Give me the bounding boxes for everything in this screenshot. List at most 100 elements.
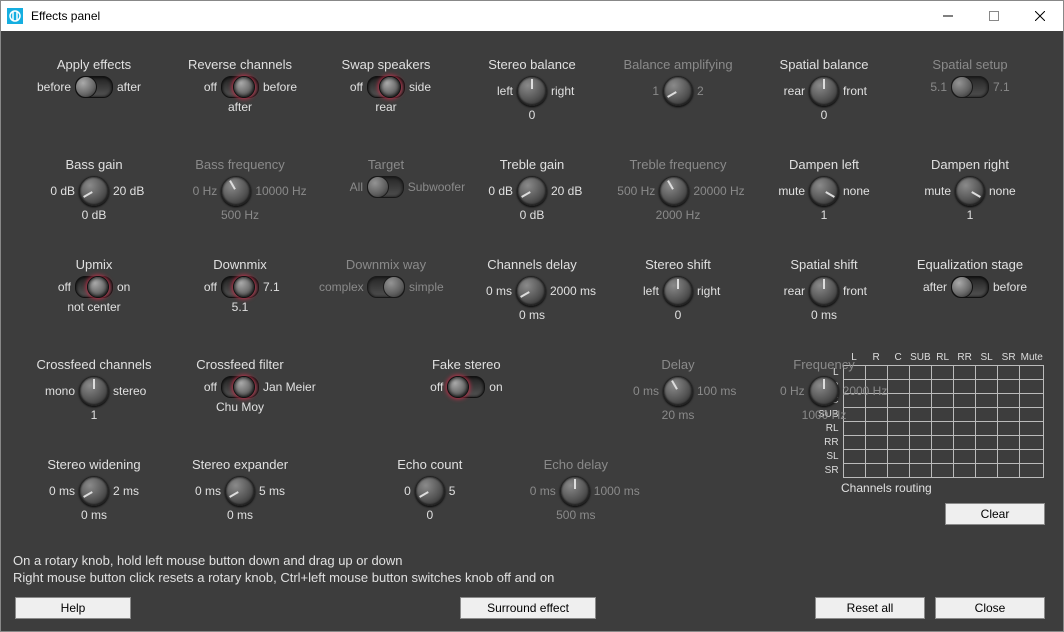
matrix-cell-rl-mute[interactable]: [1020, 421, 1044, 435]
spatial-setup-switch[interactable]: [951, 76, 989, 98]
matrix-cell-r-sl[interactable]: [976, 379, 998, 393]
crossfeed-filter-switch[interactable]: [221, 376, 259, 398]
matrix-cell-rl-c[interactable]: [887, 421, 909, 435]
help-button[interactable]: Help: [15, 597, 131, 619]
upmix-switch[interactable]: [75, 276, 113, 298]
matrix-cell-rr-c[interactable]: [887, 435, 909, 449]
matrix-cell-sl-rr[interactable]: [954, 449, 976, 463]
dampen-left-knob[interactable]: [809, 176, 839, 206]
clear-button[interactable]: Clear: [945, 503, 1045, 525]
matrix-cell-c-sr[interactable]: [998, 393, 1020, 407]
matrix-cell-rl-rr[interactable]: [954, 421, 976, 435]
matrix-cell-r-mute[interactable]: [1020, 379, 1044, 393]
stereo-widening-knob[interactable]: [79, 476, 109, 506]
downmix-switch[interactable]: [221, 276, 259, 298]
matrix-cell-sr-r[interactable]: [865, 463, 887, 477]
matrix-cell-r-sub[interactable]: [909, 379, 932, 393]
matrix-cell-rl-sr[interactable]: [998, 421, 1020, 435]
matrix-cell-rl-rl[interactable]: [932, 421, 954, 435]
matrix-cell-sub-mute[interactable]: [1020, 407, 1044, 421]
matrix-cell-l-sr[interactable]: [998, 365, 1020, 379]
matrix-cell-sub-sr[interactable]: [998, 407, 1020, 421]
matrix-cell-rl-l[interactable]: [843, 421, 865, 435]
fake-stereo-switch[interactable]: [447, 376, 485, 398]
matrix-cell-sl-c[interactable]: [887, 449, 909, 463]
matrix-cell-sub-rl[interactable]: [932, 407, 954, 421]
matrix-cell-rl-sl[interactable]: [976, 421, 998, 435]
matrix-cell-c-mute[interactable]: [1020, 393, 1044, 407]
treble-freq-knob[interactable]: [659, 176, 689, 206]
reset-all-button[interactable]: Reset all: [815, 597, 925, 619]
matrix-cell-r-sr[interactable]: [998, 379, 1020, 393]
matrix-cell-rr-sr[interactable]: [998, 435, 1020, 449]
matrix-cell-r-rr[interactable]: [954, 379, 976, 393]
matrix-cell-sl-sub[interactable]: [909, 449, 932, 463]
surround-button[interactable]: Surround effect: [460, 597, 596, 619]
matrix-cell-r-rl[interactable]: [932, 379, 954, 393]
matrix-cell-sr-sub[interactable]: [909, 463, 932, 477]
stereo-balance-knob[interactable]: [517, 76, 547, 106]
treble-gain-knob[interactable]: [517, 176, 547, 206]
maximize-button[interactable]: [971, 1, 1017, 31]
matrix-cell-rr-mute[interactable]: [1020, 435, 1044, 449]
matrix-cell-sub-sub[interactable]: [909, 407, 932, 421]
close-button[interactable]: Close: [935, 597, 1045, 619]
stereo-expander-knob[interactable]: [225, 476, 255, 506]
matrix-cell-sl-sr[interactable]: [998, 449, 1020, 463]
matrix-cell-c-rr[interactable]: [954, 393, 976, 407]
balance-amp-knob[interactable]: [663, 76, 693, 106]
matrix-cell-sr-rr[interactable]: [954, 463, 976, 477]
matrix-cell-sr-c[interactable]: [887, 463, 909, 477]
upmix-control: Upmixoffonnot center: [27, 257, 161, 314]
close-window-button[interactable]: [1017, 1, 1063, 31]
matrix-cell-sub-rr[interactable]: [954, 407, 976, 421]
stereo-shift-knob[interactable]: [663, 276, 693, 306]
spatial-balance-knob[interactable]: [809, 76, 839, 106]
delay-knob[interactable]: [663, 376, 693, 406]
matrix-cell-sr-l[interactable]: [843, 463, 865, 477]
matrix-cell-c-sl[interactable]: [976, 393, 998, 407]
swap-speakers-switch[interactable]: [367, 76, 405, 98]
matrix-cell-sl-mute[interactable]: [1020, 449, 1044, 463]
matrix-cell-sl-r[interactable]: [865, 449, 887, 463]
matrix-cell-sl-l[interactable]: [843, 449, 865, 463]
matrix-cell-rr-sl[interactable]: [976, 435, 998, 449]
matrix-cell-sl-sl[interactable]: [976, 449, 998, 463]
bass-freq-knob[interactable]: [221, 176, 251, 206]
matrix-cell-rr-r[interactable]: [865, 435, 887, 449]
matrix-cell-rl-sub[interactable]: [909, 421, 932, 435]
bass-gain-knob[interactable]: [79, 176, 109, 206]
matrix-cell-l-sub[interactable]: [909, 365, 932, 379]
channels-delay-knob[interactable]: [516, 276, 546, 306]
matrix-cell-sr-mute[interactable]: [1020, 463, 1044, 477]
matrix-cell-l-sl[interactable]: [976, 365, 998, 379]
frequency-knob[interactable]: [809, 376, 839, 406]
echo-delay-knob[interactable]: [560, 476, 590, 506]
eq-stage-switch[interactable]: [951, 276, 989, 298]
minimize-button[interactable]: [925, 1, 971, 31]
target-switch[interactable]: [367, 176, 404, 198]
reverse-channels-switch[interactable]: [221, 76, 259, 98]
downmix-control: Downmixoff7.15.1: [173, 257, 307, 314]
matrix-cell-l-mute[interactable]: [1020, 365, 1044, 379]
matrix-cell-sr-sr[interactable]: [998, 463, 1020, 477]
matrix-cell-c-sub[interactable]: [909, 393, 932, 407]
matrix-cell-sr-rl[interactable]: [932, 463, 954, 477]
matrix-cell-rr-rl[interactable]: [932, 435, 954, 449]
echo-count-knob[interactable]: [415, 476, 445, 506]
matrix-cell-rr-l[interactable]: [843, 435, 865, 449]
apply-effects-switch[interactable]: [75, 76, 113, 98]
crossfeed-ch-knob[interactable]: [79, 376, 109, 406]
matrix-cell-l-rr[interactable]: [954, 365, 976, 379]
spatial-shift-knob[interactable]: [809, 276, 839, 306]
matrix-cell-rr-sub[interactable]: [909, 435, 932, 449]
matrix-cell-rr-rr[interactable]: [954, 435, 976, 449]
matrix-cell-rl-r[interactable]: [865, 421, 887, 435]
matrix-cell-c-rl[interactable]: [932, 393, 954, 407]
matrix-cell-l-rl[interactable]: [932, 365, 954, 379]
matrix-cell-sub-sl[interactable]: [976, 407, 998, 421]
dampen-right-knob[interactable]: [955, 176, 985, 206]
matrix-cell-sl-rl[interactable]: [932, 449, 954, 463]
matrix-cell-sr-sl[interactable]: [976, 463, 998, 477]
downmix-way-switch[interactable]: [367, 276, 405, 298]
